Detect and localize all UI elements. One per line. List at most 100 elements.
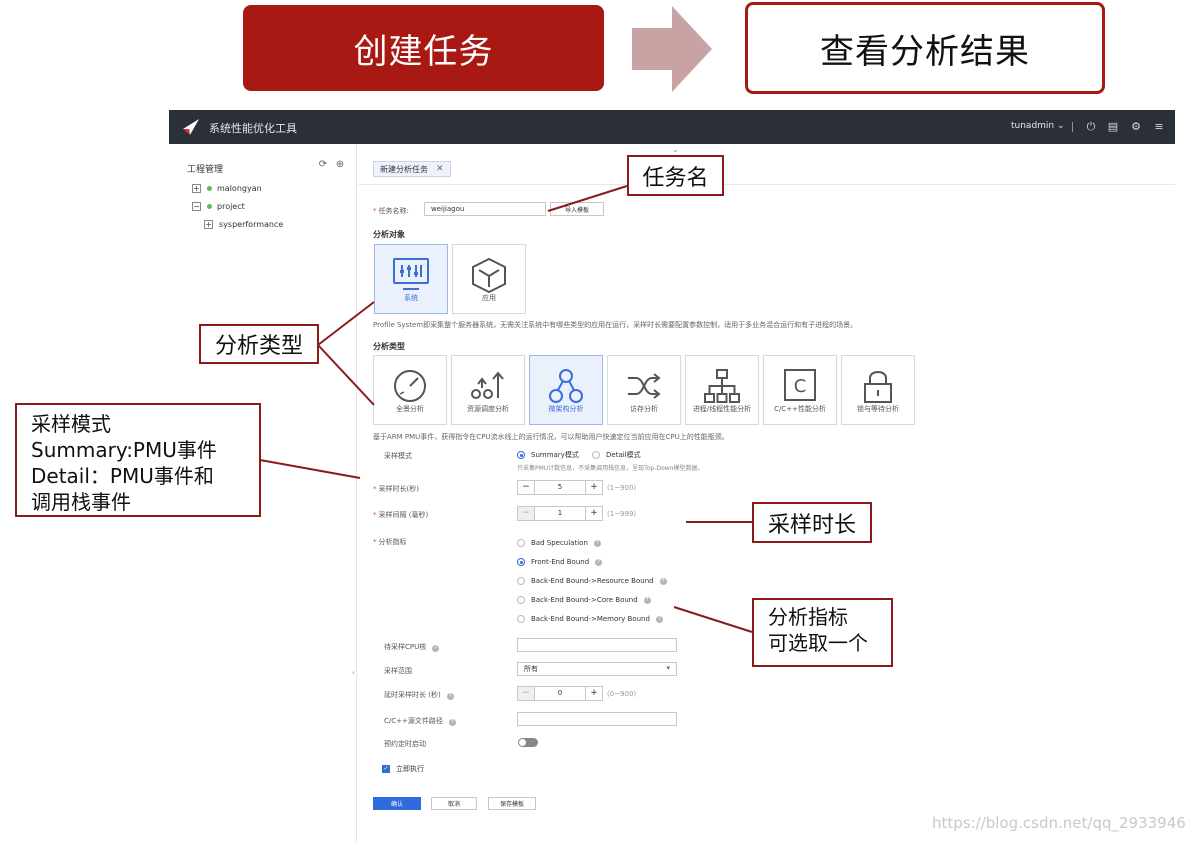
gauge-icon [394, 370, 426, 402]
tree-item-label: malongyan [217, 184, 262, 193]
callout-line: 分析指标 [768, 605, 848, 629]
radio-summary-mode[interactable]: Summary模式 [517, 450, 579, 460]
add-project-icon[interactable]: ⊕ [334, 159, 346, 171]
metric-resource-bound[interactable]: Back-End Bound->Resource Bound? [517, 577, 667, 585]
type-card-process-thread[interactable]: 进程/线程性能分析 [685, 355, 759, 425]
import-template-button[interactable]: 导入模板 [550, 202, 604, 216]
delay-stepper[interactable]: − 0 + [517, 686, 603, 701]
task-name-label: * 任务名称: [373, 207, 409, 215]
radio-icon [517, 577, 525, 585]
radio-icon [517, 615, 525, 623]
sample-mode-hint: 只采集PMU计数信息，不采集调用栈信息，呈现Top-Down模型数据。 [517, 465, 704, 472]
flow-arrow-icon [632, 6, 712, 92]
flow-step-create-task: 创建任务 [243, 5, 604, 91]
shuffle-icon [628, 373, 661, 399]
type-card-microarchitecture[interactable]: 微架构分析 [529, 355, 603, 425]
save-template-button[interactable]: 保存模板 [488, 797, 536, 810]
cancel-button[interactable]: 取消 [431, 797, 477, 810]
callout-analysis-type: 分析类型 [199, 324, 319, 364]
help-icon[interactable]: ? [643, 596, 651, 604]
close-icon[interactable]: ✕ [436, 164, 444, 174]
sample-mode-label: 采样模式 [384, 452, 412, 460]
tree-item-project[interactable]: − project [192, 202, 245, 211]
scope-select[interactable]: 所有 ▾ [517, 662, 677, 676]
interval-stepper[interactable]: − 1 + [517, 506, 603, 521]
duration-label: * 采样时长(秒) [373, 485, 419, 493]
callout-sample-mode: 采样模式 Summary:PMU事件 Detail：PMU事件和 调用栈事件 [15, 403, 261, 517]
callout-task-name: 任务名 [627, 155, 724, 196]
hamburger-menu-icon[interactable]: ≡ [1151, 119, 1167, 135]
help-icon[interactable]: ? [659, 577, 667, 585]
duration-range: (1~900) [607, 484, 637, 492]
delay-value[interactable]: 0 [534, 687, 586, 700]
duration-stepper[interactable]: − 5 + [517, 480, 603, 495]
sidebar-collapse-handle-icon[interactable]: ‹ [352, 668, 355, 677]
confirm-button[interactable]: 确认 [373, 797, 421, 810]
increment-button[interactable]: + [586, 507, 602, 520]
metric-core-bound[interactable]: Back-End Bound->Core Bound? [517, 596, 651, 604]
metric-front-end-bound[interactable]: Front-End Bound? [517, 558, 603, 566]
tree-item-label: project [217, 202, 245, 211]
svg-text:C: C [794, 376, 807, 397]
radio-icon [517, 539, 525, 547]
tab-new-task[interactable]: 新建分析任务 ✕ [373, 161, 451, 177]
increment-button[interactable]: + [586, 687, 602, 700]
tree-item-malongyan[interactable]: + malongyan [192, 184, 262, 193]
radio-detail-mode[interactable]: Detail模式 [592, 450, 641, 460]
metric-memory-bound[interactable]: Back-End Bound->Memory Bound? [517, 615, 663, 623]
type-card-resource-schedule[interactable]: 资源调度分析 [451, 355, 525, 425]
help-icon[interactable]: ? [446, 693, 454, 700]
object-card-system[interactable]: 系统 [374, 244, 448, 314]
metric-bad-speculation[interactable]: Bad Speculation? [517, 539, 601, 547]
radio-icon [517, 558, 525, 566]
help-icon[interactable]: ? [432, 645, 440, 652]
check-icon: ✓ [382, 765, 390, 773]
collapse-icon[interactable]: − [192, 202, 201, 211]
increment-button[interactable]: + [586, 481, 602, 494]
object-card-label: 应用 [482, 294, 496, 302]
decrement-button[interactable]: − [518, 507, 534, 520]
type-card-label: 访存分析 [630, 405, 658, 413]
source-path-label: C/C++源文件路径? [384, 716, 456, 726]
analysis-object-heading: 分析对象 [373, 230, 405, 239]
document-icon[interactable]: ▤ [1105, 119, 1121, 135]
user-menu[interactable]: tunadmin ⌄ [1011, 121, 1065, 131]
tab-divider [358, 184, 1175, 185]
duration-value[interactable]: 5 [534, 481, 586, 494]
decrement-button[interactable]: − [518, 481, 534, 494]
interval-value[interactable]: 1 [534, 507, 586, 520]
type-card-panorama[interactable]: 全景分析 [373, 355, 447, 425]
topbar-separator [1072, 122, 1073, 132]
monitor-icon [393, 258, 429, 290]
expand-icon[interactable]: + [204, 220, 213, 229]
run-now-checkbox[interactable]: ✓ 立即执行 [382, 764, 424, 774]
radio-icon [517, 596, 525, 604]
help-icon[interactable]: ? [595, 558, 603, 566]
logout-icon[interactable]: ⏻ [1083, 119, 1099, 135]
scope-label: 采样范围 [384, 667, 412, 675]
metric-label: * 分析指标 [373, 538, 407, 546]
cpu-cores-input[interactable] [517, 638, 677, 652]
type-card-cpp[interactable]: C C/C++性能分析 [763, 355, 837, 425]
gear-icon[interactable]: ⚙ [1128, 119, 1144, 135]
chevron-down-icon[interactable]: ⌄ [672, 145, 679, 154]
type-card-lock-wait[interactable]: 锁与等待分析 [841, 355, 915, 425]
app-window: 系统性能优化工具 tunadmin ⌄ ⏻ ▤ ⚙ ≡ 工程管理 ⟳ ⊕ + m… [169, 110, 1175, 842]
type-card-label: 微架构分析 [548, 405, 584, 413]
delay-label: 延时采样时长 (秒)? [384, 690, 454, 700]
analysis-type-description: 基于ARM PMU事件，获得指令在CPU流水线上的运行情况，可以帮助用户快速定位… [373, 433, 729, 441]
decrement-button[interactable]: − [518, 687, 534, 700]
interval-label: * 采样间隔 (毫秒) [373, 511, 429, 519]
source-path-input[interactable] [517, 712, 677, 726]
task-name-input[interactable]: weijiagou [424, 202, 546, 216]
task-form-panel: ⌄ 新建分析任务 ✕ *任务名称: weijiagou 导入模板 分析对象 系 [358, 144, 1175, 842]
object-card-application[interactable]: 应用 [452, 244, 526, 314]
help-icon[interactable]: ? [593, 539, 601, 547]
schedule-start-toggle[interactable] [518, 738, 538, 747]
help-icon[interactable]: ? [655, 615, 663, 623]
expand-icon[interactable]: + [192, 184, 201, 193]
tree-item-sysperformance[interactable]: + sysperformance [204, 220, 283, 229]
refresh-icon[interactable]: ⟳ [317, 159, 329, 171]
help-icon[interactable]: ? [448, 719, 456, 726]
type-card-memory-access[interactable]: 访存分析 [607, 355, 681, 425]
